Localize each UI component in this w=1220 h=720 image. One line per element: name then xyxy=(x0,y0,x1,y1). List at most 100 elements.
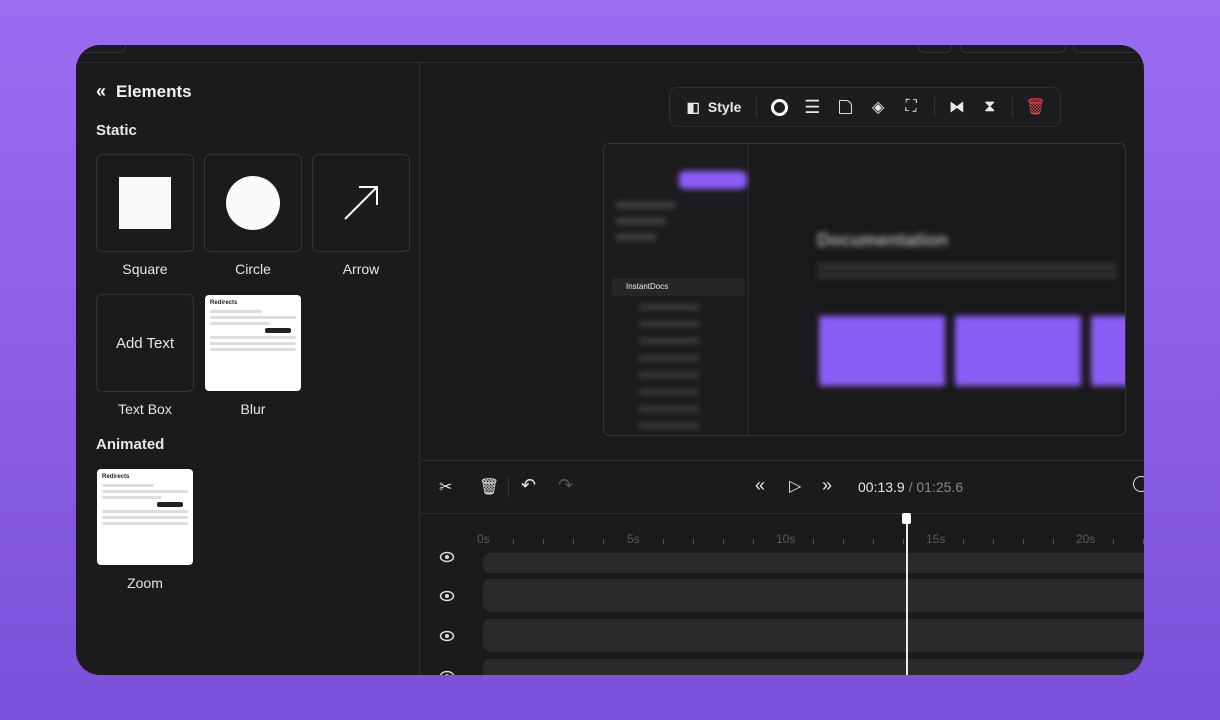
timeline-ruler[interactable]: 0s 5s 10s 15s 20s xyxy=(421,515,1144,555)
canvas-area: ◧ Style ☰ ◈ ⛶ ⧓ ⧗ 🗑 InstantDocs Documenta… xyxy=(421,63,1144,675)
eye-icon[interactable] xyxy=(439,668,455,675)
layers-icon: ◈ xyxy=(871,99,885,116)
circle-element[interactable] xyxy=(204,154,302,252)
style-button[interactable]: ◧ Style xyxy=(680,92,748,122)
timeline-track[interactable] xyxy=(483,553,1144,573)
zoom-out-icon[interactable] xyxy=(1133,476,1144,492)
arrow-label: Arrow xyxy=(342,261,380,277)
delete-button[interactable]: 🗑 xyxy=(1021,92,1050,122)
corner-icon xyxy=(838,100,852,114)
fast-forward-icon[interactable]: » xyxy=(822,475,832,496)
ruler-tick xyxy=(843,539,844,544)
flip-vertical-icon: ⧗ xyxy=(984,98,996,115)
ruler-tick xyxy=(813,539,814,544)
playhead[interactable] xyxy=(906,515,908,675)
ruler-tick xyxy=(693,539,694,544)
ruler-label: 15s xyxy=(926,532,946,546)
current-time: 00:13.9 xyxy=(858,479,905,495)
ruler-label: 0s xyxy=(477,532,490,546)
lines-icon: ☰ xyxy=(804,96,821,117)
focus-frame-icon: ⛶ xyxy=(905,98,917,115)
text-box-label: Text Box xyxy=(118,401,172,417)
preview-heading: Documentation xyxy=(817,230,949,250)
mini-title: Redirects xyxy=(210,300,238,306)
animated-heading: Animated xyxy=(96,436,165,453)
ruler-tick xyxy=(603,539,604,544)
timeline-track[interactable] xyxy=(483,619,1144,652)
total-time: 01:25.6 xyxy=(916,479,964,495)
blur-label: Blur xyxy=(240,401,266,417)
ruler-tick xyxy=(963,539,964,544)
text-box-element[interactable]: Add Text xyxy=(96,294,194,392)
style-label: Style xyxy=(707,99,742,115)
corner-radius-button[interactable] xyxy=(831,92,860,122)
ruler-tick xyxy=(1143,539,1144,544)
ruler-tick xyxy=(753,539,754,544)
scissors-icon[interactable]: ✂ xyxy=(439,477,452,497)
ruler-tick xyxy=(1023,539,1024,544)
circle-icon xyxy=(226,176,280,230)
flip-horizontal-button[interactable]: ⧓ xyxy=(942,92,971,122)
timeline-track[interactable] xyxy=(483,659,1144,675)
ruler-tick xyxy=(513,539,514,544)
square-label: Square xyxy=(122,261,168,277)
flip-vertical-button[interactable]: ⧗ xyxy=(975,92,1004,122)
eye-icon[interactable] xyxy=(439,588,455,604)
style-icon: ◧ xyxy=(686,98,700,115)
stroke-width-button[interactable]: ☰ xyxy=(798,92,827,122)
zoom-thumbnail: Redirects xyxy=(97,469,193,565)
ruler-label: 10s xyxy=(776,532,796,546)
editor-window: « Elements Static Square Circle Arrow Ad… xyxy=(76,45,1144,675)
ruler-tick xyxy=(663,539,664,544)
ruler-tick xyxy=(573,539,574,544)
circle-stroke-button[interactable] xyxy=(765,92,794,122)
zoom-label: Zoom xyxy=(127,575,163,591)
trash-icon: 🗑 xyxy=(1025,99,1046,116)
top-button[interactable] xyxy=(1073,45,1144,53)
element-toolbar: ◧ Style ☰ ◈ ⛶ ⧓ ⧗ 🗑 xyxy=(669,87,1061,127)
zoom-element[interactable]: Redirects xyxy=(96,468,194,566)
video-preview[interactable]: InstantDocs Documentation xyxy=(603,143,1126,436)
ruler-tick xyxy=(1113,539,1114,544)
trash-icon[interactable]: 🗑 xyxy=(479,477,499,497)
timeline-controls: ✂ 🗑 ↶ ↷ « ▷ » 00:13.9 / 01:25.6 xyxy=(421,460,1144,514)
undo-icon[interactable]: ↶ xyxy=(521,475,536,496)
timeline-track[interactable] xyxy=(483,579,1144,612)
ruler-tick xyxy=(873,539,874,544)
eye-icon[interactable] xyxy=(439,628,455,644)
top-button[interactable] xyxy=(76,45,126,53)
preview-sidebar-item: InstantDocs xyxy=(612,278,745,296)
panel-title: Elements xyxy=(116,81,192,101)
layers-button[interactable]: ◈ xyxy=(864,92,893,122)
playhead-handle[interactable] xyxy=(902,513,911,524)
fit-button[interactable]: ⛶ xyxy=(897,92,926,122)
blur-element[interactable]: Redirects xyxy=(204,294,302,392)
square-element[interactable] xyxy=(96,154,194,252)
ruler-tick xyxy=(1053,539,1054,544)
time-readout: 00:13.9 / 01:25.6 xyxy=(858,479,963,495)
mini-title: Redirects xyxy=(102,474,130,480)
ruler-label: 5s xyxy=(627,532,640,546)
add-text-label: Add Text xyxy=(115,334,175,352)
blur-thumbnail: Redirects xyxy=(205,295,301,391)
circle-outline-icon xyxy=(770,98,788,116)
collapse-chevrons-icon[interactable]: « xyxy=(96,81,106,102)
play-icon[interactable]: ▷ xyxy=(789,476,801,496)
ruler-tick xyxy=(993,539,994,544)
ruler-tick xyxy=(903,539,904,544)
time-separator: / xyxy=(908,479,913,495)
ruler-tick xyxy=(723,539,724,544)
eye-icon[interactable] xyxy=(439,549,455,565)
elements-panel: « Elements Static Square Circle Arrow Ad… xyxy=(76,63,420,675)
flip-horizontal-icon: ⧓ xyxy=(948,99,965,116)
redo-icon[interactable]: ↷ xyxy=(558,475,573,496)
arrow-element[interactable] xyxy=(312,154,410,252)
square-icon xyxy=(119,177,171,229)
top-bar xyxy=(76,45,1144,63)
static-heading: Static xyxy=(96,122,137,139)
ruler-tick xyxy=(543,539,544,544)
top-button[interactable] xyxy=(918,45,952,53)
rewind-icon[interactable]: « xyxy=(755,475,765,496)
circle-label: Circle xyxy=(235,261,271,277)
top-button[interactable] xyxy=(960,45,1066,53)
